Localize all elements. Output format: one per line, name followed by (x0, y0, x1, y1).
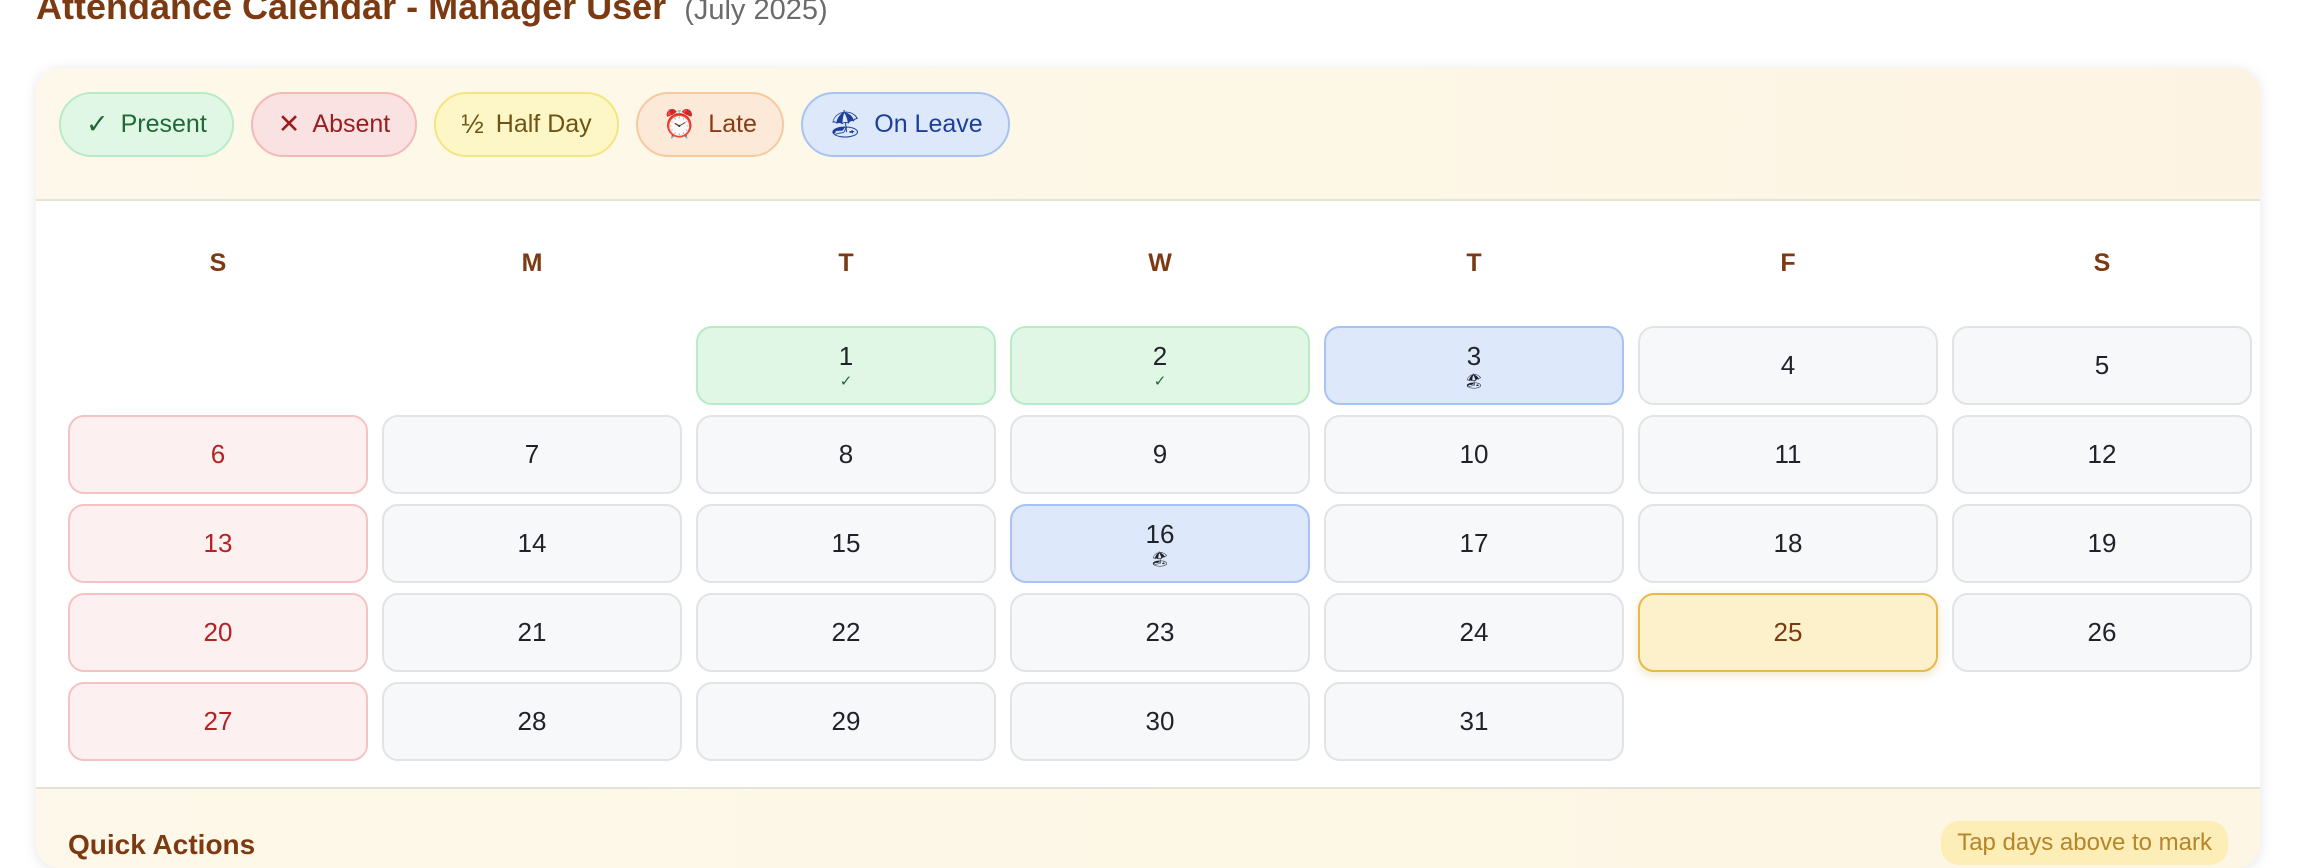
calendar-day[interactable]: 25 (1638, 593, 1938, 672)
day-number: 3 (1466, 341, 1482, 372)
page-title: Attendance Calendar - Manager User (36, 0, 667, 27)
calendar-day[interactable]: 8 (696, 415, 996, 494)
page-header: Attendance Calendar - Manager User (July… (36, 0, 828, 28)
calendar-day[interactable]: 12 (1952, 415, 2252, 494)
legend-chip-label: Half Day (495, 110, 592, 138)
legend-chip-leave[interactable]: 🏖 On Leave (800, 92, 1010, 157)
calendar-day[interactable]: 23 (1010, 593, 1310, 672)
calendar-day[interactable]: 14 (382, 504, 682, 583)
quick-actions-hint: Tap days above to mark (1941, 821, 2228, 865)
legend-chip-late[interactable]: ⏰ Late (635, 92, 784, 157)
calendar-day[interactable]: 2 ✓ (1010, 326, 1310, 405)
day-number: 13 (203, 528, 233, 559)
calendar-day[interactable]: 7 (382, 415, 682, 494)
calendar-day[interactable]: 15 (696, 504, 996, 583)
legend-chip-half[interactable]: ½ Half Day (434, 92, 619, 157)
beach-umbrella-icon: 🏖 (1464, 372, 1484, 390)
page-period: (July 2025) (684, 0, 828, 26)
calendar-day[interactable]: 17 (1324, 504, 1624, 583)
calendar-day[interactable]: 13 (68, 504, 368, 583)
calendar-day[interactable]: 28 (382, 682, 682, 761)
day-number: 5 (2094, 350, 2110, 381)
beach-umbrella-icon: 🏖 (827, 109, 863, 139)
day-number: 11 (1774, 439, 1802, 470)
day-number: 25 (1773, 617, 1803, 648)
day-number: 28 (517, 706, 547, 737)
calendar-day[interactable]: 26 (1952, 593, 2252, 672)
weekday-header: F (1780, 249, 1796, 277)
day-number: 17 (1459, 528, 1489, 559)
calendar-day[interactable]: 21 (382, 593, 682, 672)
calendar-day[interactable]: 19 (1952, 504, 2252, 583)
calendar-day[interactable]: 4 (1638, 326, 1938, 405)
calendar-day[interactable]: 22 (696, 593, 996, 672)
legend-bar: ✓ Present ✕ Absent ½ Half Day ⏰ Late 🏖 On Leave (36, 68, 2260, 201)
check-icon: ✓ (86, 109, 109, 139)
quick-actions-title: Quick Actions (68, 829, 256, 860)
calendar-day[interactable]: 27 (68, 682, 368, 761)
close-icon: ✕ (277, 109, 301, 139)
weekday-header: T (838, 249, 854, 277)
day-number: 23 (1145, 617, 1175, 648)
calendar-day[interactable]: 31 (1324, 682, 1624, 761)
legend-chip-absent[interactable]: ✕ Absent (250, 92, 418, 157)
day-number: 27 (203, 706, 233, 737)
quick-actions-section: Quick Actions Tap days above to mark (36, 787, 2260, 868)
legend-chip-label: On Leave (874, 110, 983, 138)
day-number: 26 (2087, 617, 2117, 648)
weekday-header: T (1466, 249, 1482, 277)
day-number: 6 (210, 439, 226, 470)
weekday-header: M (521, 249, 543, 277)
calendar-day[interactable]: 1 ✓ (696, 326, 996, 405)
day-number: 4 (1780, 350, 1796, 381)
day-number: 8 (838, 439, 854, 470)
day-number: 19 (2087, 528, 2117, 559)
day-number: 30 (1145, 706, 1175, 737)
day-number: 16 (1145, 519, 1175, 550)
day-number: 18 (1773, 528, 1803, 559)
day-number: 20 (203, 617, 233, 648)
weekday-header: S (2093, 249, 2111, 277)
calendar-day[interactable]: 11 (1638, 415, 1938, 494)
day-number: 7 (524, 439, 540, 470)
day-number: 22 (831, 617, 861, 648)
day-number: 10 (1459, 439, 1489, 470)
day-number: 24 (1459, 617, 1489, 648)
legend-chip-label: Absent (312, 110, 391, 138)
calendar-day[interactable]: 10 (1324, 415, 1624, 494)
check-icon: ✓ (1153, 372, 1167, 390)
check-icon: ✓ (839, 372, 853, 390)
calendar-day[interactable]: 20 (68, 593, 368, 672)
calendar-day[interactable]: 16 🏖 (1010, 504, 1310, 583)
day-number: 9 (1152, 439, 1168, 470)
weekday-header: W (1148, 249, 1172, 277)
legend-chip-label: Present (120, 110, 207, 138)
day-number: 14 (517, 528, 547, 559)
calendar-day[interactable]: 24 (1324, 593, 1624, 672)
calendar-day[interactable]: 30 (1010, 682, 1310, 761)
alarm-clock-icon: ⏰ (662, 109, 697, 139)
day-number: 29 (831, 706, 861, 737)
calendar-day[interactable]: 29 (696, 682, 996, 761)
legend-chip-present[interactable]: ✓ Present (59, 92, 234, 157)
half-icon: ½ (461, 109, 484, 139)
calendar-day[interactable]: 5 (1952, 326, 2252, 405)
day-number: 2 (1152, 341, 1168, 372)
legend-chip-label: Late (708, 110, 757, 138)
day-number: 21 (517, 617, 547, 648)
day-number: 31 (1459, 706, 1489, 737)
attendance-card: ✓ Present ✕ Absent ½ Half Day ⏰ Late 🏖 On Leave S… (36, 68, 2260, 868)
legend: ✓ Present ✕ Absent ½ Half Day ⏰ Late 🏖 On Leave (59, 92, 1010, 157)
calendar-day[interactable]: 9 (1010, 415, 1310, 494)
day-number: 15 (831, 528, 861, 559)
calendar-day[interactable]: 6 (68, 415, 368, 494)
weekday-header: S (209, 249, 227, 277)
calendar-day[interactable]: 18 (1638, 504, 1938, 583)
calendar-day[interactable]: 3 🏖 (1324, 326, 1624, 405)
day-number: 1 (838, 341, 854, 372)
beach-umbrella-icon: 🏖 (1150, 550, 1170, 568)
day-number: 12 (2087, 439, 2117, 470)
